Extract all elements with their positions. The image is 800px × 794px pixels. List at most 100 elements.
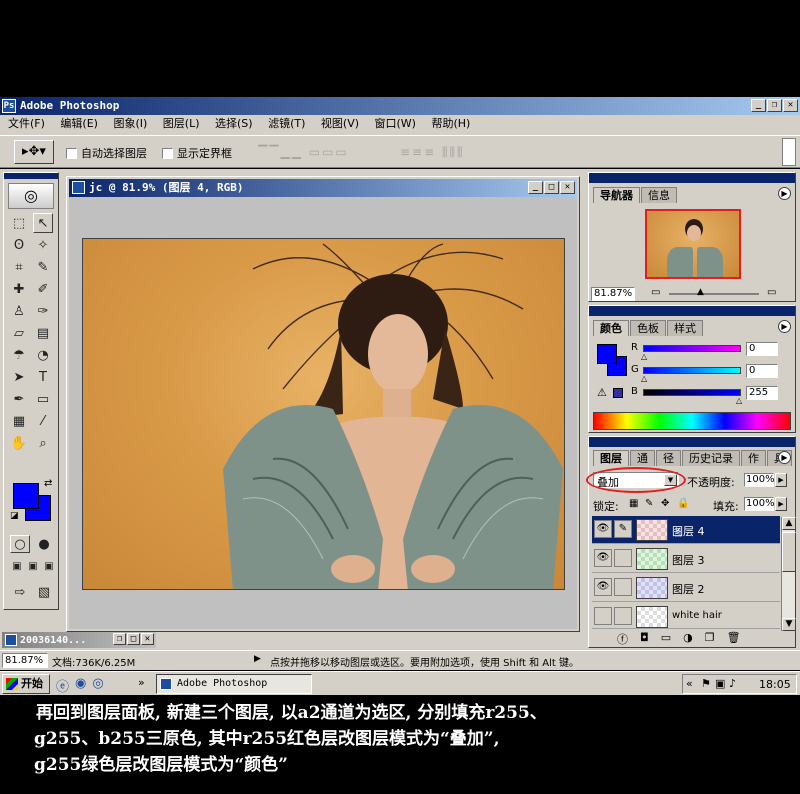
- eye-icon[interactable]: 👁: [594, 578, 612, 596]
- marquee-tool-icon[interactable]: ⬚: [9, 213, 29, 233]
- default-colors-icon[interactable]: ◪: [10, 511, 19, 521]
- layer-style-icon[interactable]: ⓕ: [617, 631, 628, 647]
- tab-info[interactable]: 信息: [641, 187, 677, 203]
- lock-transparency-icon[interactable]: ▦: [629, 498, 638, 509]
- r-value-field[interactable]: 0: [746, 342, 778, 356]
- tab-history[interactable]: 历史记录: [682, 450, 740, 466]
- photo-canvas[interactable]: [82, 238, 565, 590]
- hand-tool-icon[interactable]: ✋: [9, 433, 29, 453]
- tab-layers[interactable]: 图层: [593, 450, 629, 466]
- menu-help[interactable]: 帮助(H): [425, 115, 476, 133]
- auto-select-checkbox[interactable]: [66, 147, 77, 159]
- media-icon[interactable]: ◎: [92, 676, 103, 695]
- panel-menu-icon[interactable]: ▶: [778, 187, 791, 200]
- move-tool-icon[interactable]: ↖: [33, 213, 53, 233]
- tool-preset-picker[interactable]: ▸✥▾: [14, 140, 54, 164]
- menu-view[interactable]: 视图(V): [315, 115, 365, 133]
- menu-filter[interactable]: 滤镜(T): [262, 115, 311, 133]
- tab-channels[interactable]: 通: [630, 450, 655, 466]
- crop-tool-icon[interactable]: ⌗: [9, 257, 29, 277]
- menu-select[interactable]: 选择(S): [209, 115, 259, 133]
- eye-icon[interactable]: 👁: [594, 520, 612, 538]
- screen-mode-full-icon[interactable]: ▣: [42, 559, 56, 573]
- pen-tool-icon[interactable]: ✒: [9, 389, 29, 409]
- history-brush-icon[interactable]: ✑: [33, 301, 53, 321]
- navigator-thumbnail[interactable]: [645, 209, 741, 279]
- distribute-buttons[interactable]: ≡≡≡ ⫼⫼⫼: [400, 145, 530, 159]
- menu-edit[interactable]: 编辑(E): [54, 115, 104, 133]
- tray-network-icon[interactable]: ▣: [715, 677, 725, 690]
- taskbar-task-photoshop[interactable]: Adobe Photoshop: [156, 674, 312, 694]
- eye-slot[interactable]: [594, 607, 612, 625]
- fill-arrow-icon[interactable]: ▶: [775, 497, 787, 511]
- add-mask-icon[interactable]: ◘: [640, 631, 649, 647]
- menu-layer[interactable]: 图层(L): [157, 115, 206, 133]
- tray-volume-icon[interactable]: ♪: [729, 677, 736, 690]
- tab-styles[interactable]: 样式: [667, 320, 703, 336]
- color-ramp[interactable]: [593, 412, 791, 430]
- delete-layer-icon[interactable]: 🗑: [727, 631, 741, 647]
- color-fg-swatch[interactable]: [597, 344, 617, 364]
- navigator-zoom-field[interactable]: 81.87%: [591, 287, 635, 301]
- clone-stamp-icon[interactable]: ♙: [9, 301, 29, 321]
- show-bounds-checkbox[interactable]: [162, 147, 173, 159]
- brush-tool-icon[interactable]: ✐: [33, 279, 53, 299]
- mini-close-icon[interactable]: ✕: [141, 633, 154, 645]
- tab-color[interactable]: 颜色: [593, 320, 629, 336]
- tab-paths[interactable]: 径: [656, 450, 681, 466]
- eyedropper-icon[interactable]: ⁄: [33, 411, 53, 431]
- zoom-out-icon[interactable]: ▭: [651, 287, 660, 298]
- link-slot[interactable]: [614, 578, 632, 596]
- imageready-icon[interactable]: ▧: [34, 583, 54, 601]
- close-icon[interactable]: ✕: [783, 99, 798, 112]
- new-layer-icon[interactable]: ❐: [705, 631, 715, 647]
- swap-colors-icon[interactable]: ⇄: [44, 478, 52, 489]
- gamut-swatch[interactable]: [613, 388, 623, 398]
- fill-field[interactable]: 100%: [744, 497, 775, 511]
- path-select-icon[interactable]: ➤: [9, 367, 29, 387]
- quickmask-mode-icon[interactable]: ●: [34, 535, 54, 553]
- eye-icon[interactable]: 👁: [594, 549, 612, 567]
- zoom-slider-thumb[interactable]: ▲: [697, 287, 704, 297]
- scroll-thumb[interactable]: [782, 532, 796, 572]
- magic-wand-icon[interactable]: ✧: [33, 235, 53, 255]
- lock-all-icon[interactable]: 🔒: [677, 498, 689, 509]
- align-buttons[interactable]: ▔▔▁▁ ▭▭▭: [258, 145, 388, 159]
- color-panel-menu-icon[interactable]: ▶: [778, 320, 791, 333]
- doc-minimize-icon[interactable]: _: [528, 181, 543, 194]
- layer-row[interactable]: 👁 ✎ 图层 4 ☝: [592, 516, 780, 544]
- palette-well[interactable]: [782, 138, 796, 166]
- b-value-field[interactable]: 255: [746, 386, 778, 400]
- lock-paint-icon[interactable]: ✎: [645, 498, 653, 509]
- mini-maximize-icon[interactable]: □: [127, 633, 140, 645]
- tab-navigator[interactable]: 导航器: [593, 187, 640, 203]
- doc-maximize-icon[interactable]: □: [544, 181, 559, 194]
- r-slider[interactable]: [643, 345, 741, 352]
- foreground-color-swatch[interactable]: [13, 483, 39, 509]
- standard-mode-icon[interactable]: ○: [10, 535, 30, 553]
- menu-window[interactable]: 窗口(W): [369, 115, 422, 133]
- layers-scrollbar[interactable]: ▲ ▼: [781, 517, 796, 631]
- b-slider-thumb[interactable]: △: [736, 396, 742, 405]
- ie-icon[interactable]: ⓔ: [56, 676, 69, 695]
- r-slider-thumb[interactable]: △: [641, 352, 647, 361]
- scroll-up-icon[interactable]: ▲: [782, 517, 796, 530]
- tray-app-icon[interactable]: ⚑: [701, 677, 711, 690]
- zoom-tool-icon[interactable]: ⌕: [33, 433, 53, 453]
- dodge-tool-icon[interactable]: ◔: [33, 345, 53, 365]
- shape-tool-icon[interactable]: ▭: [33, 389, 53, 409]
- zoom-in-icon[interactable]: ▭: [767, 287, 776, 298]
- start-button[interactable]: 开始: [2, 674, 50, 694]
- lasso-tool-icon[interactable]: ʘ: [9, 235, 29, 255]
- minimize-icon[interactable]: _: [751, 99, 766, 112]
- quicklaunch-more-icon[interactable]: »: [138, 676, 145, 689]
- menu-file[interactable]: 文件(F): [2, 115, 51, 133]
- status-arrow-icon[interactable]: ▶: [254, 654, 261, 664]
- link-slot[interactable]: [614, 549, 632, 567]
- mini-restore-icon[interactable]: ❐: [113, 633, 126, 645]
- gamut-warning-icon[interactable]: ⚠: [597, 386, 607, 399]
- blur-tool-icon[interactable]: ☂: [9, 345, 29, 365]
- type-tool-icon[interactable]: T: [33, 367, 53, 387]
- link-slot[interactable]: [614, 607, 632, 625]
- restore-icon[interactable]: ❐: [767, 99, 782, 112]
